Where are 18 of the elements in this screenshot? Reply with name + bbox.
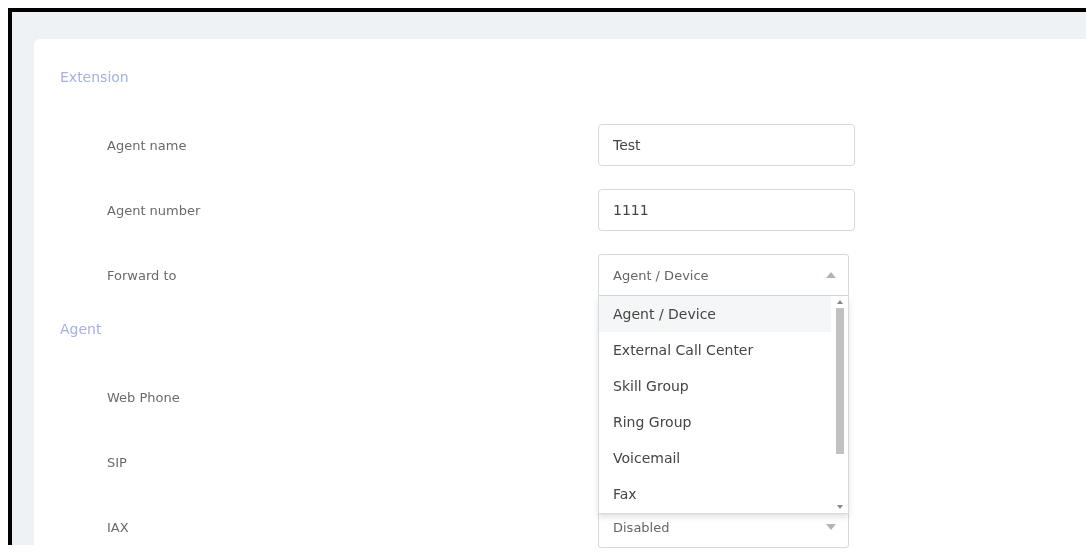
field-label: Forward to (107, 267, 178, 283)
field-label: Web Phone (107, 389, 181, 405)
field-label: SIP (107, 454, 128, 470)
input-field[interactable]: Test (598, 124, 855, 166)
dropdown-option[interactable]: Ring Group (599, 404, 831, 440)
caret-icon (826, 272, 836, 278)
dropdown-option[interactable]: Voicemail (599, 440, 831, 476)
caret-icon (826, 524, 836, 530)
field-label: IAX (107, 519, 130, 535)
field-label: Agent name (107, 137, 188, 153)
dropdown-option[interactable]: Agent / Device (599, 296, 831, 332)
input-field[interactable]: 1111 (598, 189, 855, 231)
section-title: Extension (60, 68, 130, 87)
dropdown-option[interactable]: External Call Center (599, 332, 831, 368)
dropdown-option[interactable]: Skill Group (599, 368, 831, 404)
field-label: Agent number (107, 202, 202, 218)
section-title: Agent (60, 320, 103, 339)
scrollbar[interactable] (831, 296, 848, 513)
